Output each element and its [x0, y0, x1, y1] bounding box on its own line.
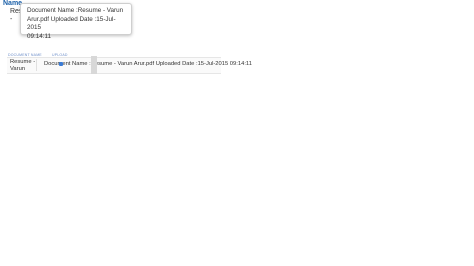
tooltip-line2: Arur.pdf Uploaded Date :15-Jul-2015: [27, 15, 116, 32]
top-grid: Name Resu - Document Name :Resume - Varu…: [0, 0, 140, 40]
column-resize-handle[interactable]: [91, 56, 97, 74]
tooltip-line1: Document Name :Resume - Varun: [27, 7, 124, 14]
document-description-cell[interactable]: Document Name :Resume - Varun Arur.pdf U…: [44, 61, 252, 67]
document-name-line2: Varun: [10, 65, 26, 72]
document-name-cell[interactable]: Resume - Varun: [10, 59, 35, 72]
column-divider: [36, 59, 37, 71]
document-tooltip: Document Name :Resume - Varun Arur.pdf U…: [20, 3, 132, 40]
document-grid: DOCUMENT NAME UPLOAD Resume - Varun Docu…: [0, 50, 252, 76]
document-icon[interactable]: [59, 62, 63, 66]
document-name-line1: Resume -: [10, 59, 36, 65]
tooltip-line3: 09:14:11: [27, 32, 52, 40]
